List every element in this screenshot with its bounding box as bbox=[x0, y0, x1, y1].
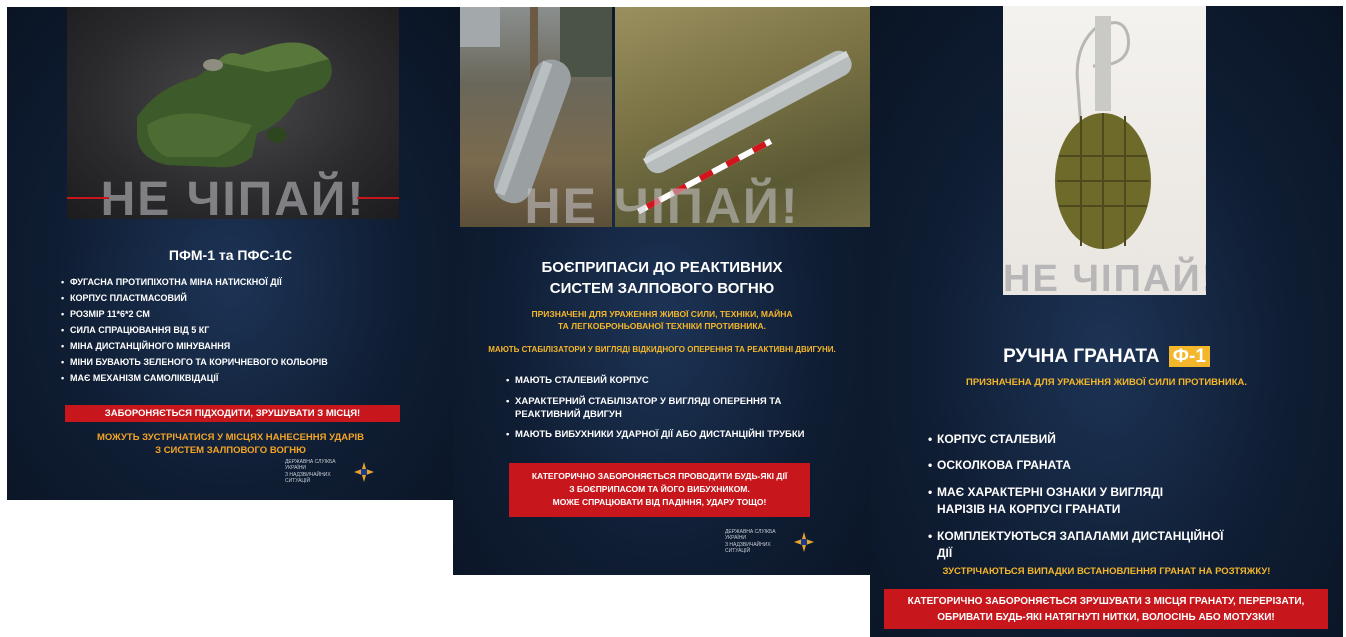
list-item: Осколкова граната bbox=[928, 457, 1237, 475]
banner-line-2: ОБРИВАТИ БУДЬ-ЯКІ НАТЯГНУТІ НИТКИ, ВОЛОС… bbox=[937, 611, 1275, 623]
poster-mlrs-ammo: НЕ ЧІПАЙ! БОЄПРИПАСИ ДО РЕАКТИВНИХ СИСТЕ… bbox=[453, 7, 871, 575]
list-item: Корпус сталевий bbox=[928, 431, 1237, 449]
warning-overlay: НЕ ЧІПАЙ! bbox=[1003, 258, 1206, 295]
poster-title: РУЧНА ГРАНАТА Ф-1 bbox=[870, 346, 1343, 368]
list-item: Має механізм самоліквідації bbox=[61, 373, 328, 383]
banner-line-1: КАТЕГОРИЧНО ЗАБОРОНЯЄТЬСЯ ЗРУШУВАТИ З МІ… bbox=[907, 596, 1305, 607]
list-item: Корпус пластмасовий bbox=[61, 293, 328, 303]
tripwire-warning: ЗУСТРІЧАЮТЬСЯ ВИПАДКИ ВСТАНОВЛЕННЯ ГРАНА… bbox=[942, 566, 1271, 577]
warning-overlay: НЕ ЧІПАЙ! bbox=[100, 173, 366, 219]
purpose-line-2: ТА ЛЕГКОБРОНЬОВАНОЇ ТЕХНІКИ ПРОТИВНИКА. bbox=[557, 321, 767, 331]
banner-line-1: КАТЕГОРИЧНО ЗАБОРОНЯЄТЬСЯ ПРОВОДИТИ БУДЬ… bbox=[531, 471, 788, 481]
org-line-2: З НАДЗВИЧАЙНИХ СИТУАЦІЙ bbox=[725, 541, 771, 554]
org-line-1: ДЕРЖАВНА СЛУЖБА УКРАЇНИ bbox=[285, 459, 336, 472]
warning-line-left bbox=[67, 197, 109, 199]
title-badge: Ф-1 bbox=[1168, 346, 1210, 367]
list-item: Фугасна протипіхотна міна натискної дії bbox=[61, 277, 328, 287]
dsns-footer: ДЕРЖАВНА СЛУЖБА УКРАЇНИ З НАДЗВИЧАЙНИХ С… bbox=[285, 459, 375, 484]
grenade-icon bbox=[1055, 16, 1151, 249]
poster-pfm1: НЕ ЧІПАЙ! ПФМ-1 та ПФС-1С Фугасна протип… bbox=[7, 7, 454, 500]
list-item: Мають вибухники ударної дії або дистанці… bbox=[506, 429, 815, 442]
spec-list: Мають сталевий корпус Характерний стабіл… bbox=[506, 375, 815, 442]
poster-f1-grenade: НЕ ЧІПАЙ! РУЧНА ГРАНАТА Ф-1 ПРИЗНАЧЕНА Д… bbox=[870, 6, 1343, 637]
poster-title-line-1: БОЄПРИПАСИ ДО РЕАКТИВНИХ bbox=[541, 259, 783, 276]
mine-photo: НЕ ЧІПАЙ! bbox=[67, 7, 399, 219]
dsns-emblem-icon bbox=[354, 461, 374, 482]
warning-line-right bbox=[357, 197, 399, 199]
list-item: Міни бувають зеленого та коричневого кол… bbox=[61, 357, 328, 367]
banner-line-2: З БОЄПРИПАСОМ ТА ЙОГО ВИБУХНИКОМ. bbox=[569, 483, 750, 494]
prohibition-banner: КАТЕГОРИЧНО ЗАБОРОНЯЄТЬСЯ ПРОВОДИТИ БУДЬ… bbox=[509, 463, 810, 517]
prohibition-banner: КАТЕГОРИЧНО ЗАБОРОНЯЄТЬСЯ ЗРУШУВАТИ З МІ… bbox=[884, 589, 1328, 629]
org-line-1: ДЕРЖАВНА СЛУЖБА УКРАЇНИ bbox=[725, 529, 776, 542]
list-item: Сила спрацювання від 5 кг bbox=[61, 325, 328, 335]
title-text: РУЧНА ГРАНАТА bbox=[1003, 346, 1160, 367]
spec-list: Фугасна протипіхотна міна натискної дії … bbox=[61, 277, 328, 383]
list-item: Мають сталевий корпус bbox=[506, 375, 815, 388]
purpose-line-1: ПРИЗНАЧЕНІ ДЛЯ УРАЖЕННЯ ЖИВОЇ СИЛИ, ТЕХН… bbox=[531, 309, 793, 319]
purpose-text: ПРИЗНАЧЕНА ДЛЯ УРАЖЕННЯ ЖИВОЇ СИЛИ ПРОТИ… bbox=[965, 377, 1247, 388]
list-item: Міна дистанційного мінування bbox=[61, 341, 328, 351]
poster-title: ПФМ-1 та ПФС-1С bbox=[168, 247, 293, 263]
list-item: Має характерні ознаки у вигляді нарізів … bbox=[928, 484, 1207, 519]
note-line-1: МОЖУТЬ ЗУСТРІЧАТИСЯ У МІСЦЯХ НАНЕСЕННЯ У… bbox=[96, 432, 364, 443]
grenade-photo: НЕ ЧІПАЙ! bbox=[1003, 6, 1206, 295]
spec-list: Корпус сталевий Осколкова граната Має ха… bbox=[928, 431, 1237, 563]
prohibition-banner: ЗАБОРОНЯЄТЬСЯ ПІДХОДИТИ, ЗРУШУВАТИ З МІС… bbox=[65, 405, 400, 422]
org-line-2: З НАДЗВИЧАЙНИХ СИТУАЦІЙ bbox=[285, 471, 331, 484]
poster-title-line-2: СИСТЕМ ЗАЛПОВОГО ВОГНЮ bbox=[549, 280, 775, 297]
note-line-2: З СИСТЕМ ЗАЛПОВОГО ВОГНЮ bbox=[155, 445, 306, 456]
dsns-footer: ДЕРЖАВНА СЛУЖБА УКРАЇНИ З НАДЗВИЧАЙНИХ С… bbox=[725, 529, 815, 554]
dsns-emblem-icon bbox=[794, 531, 814, 552]
stabilizers-note: МАЮТЬ СТАБІЛІЗАТОРИ У ВИГЛЯДІ ВІДКИДНОГО… bbox=[488, 345, 836, 354]
list-item: Комплектуються запалами дистанційної дії bbox=[928, 528, 1237, 563]
list-item: Розмір 11*6*2 см bbox=[61, 309, 328, 319]
warning-overlay: НЕ ЧІПАЙ! bbox=[524, 178, 800, 234]
banner-line-3: МОЖЕ СПРАЦЮВАТИ ВІД ПАДІННЯ, УДАРУ ТОЩО! bbox=[552, 496, 767, 507]
list-item: Характерний стабілізатор у вигляді опере… bbox=[506, 396, 795, 422]
